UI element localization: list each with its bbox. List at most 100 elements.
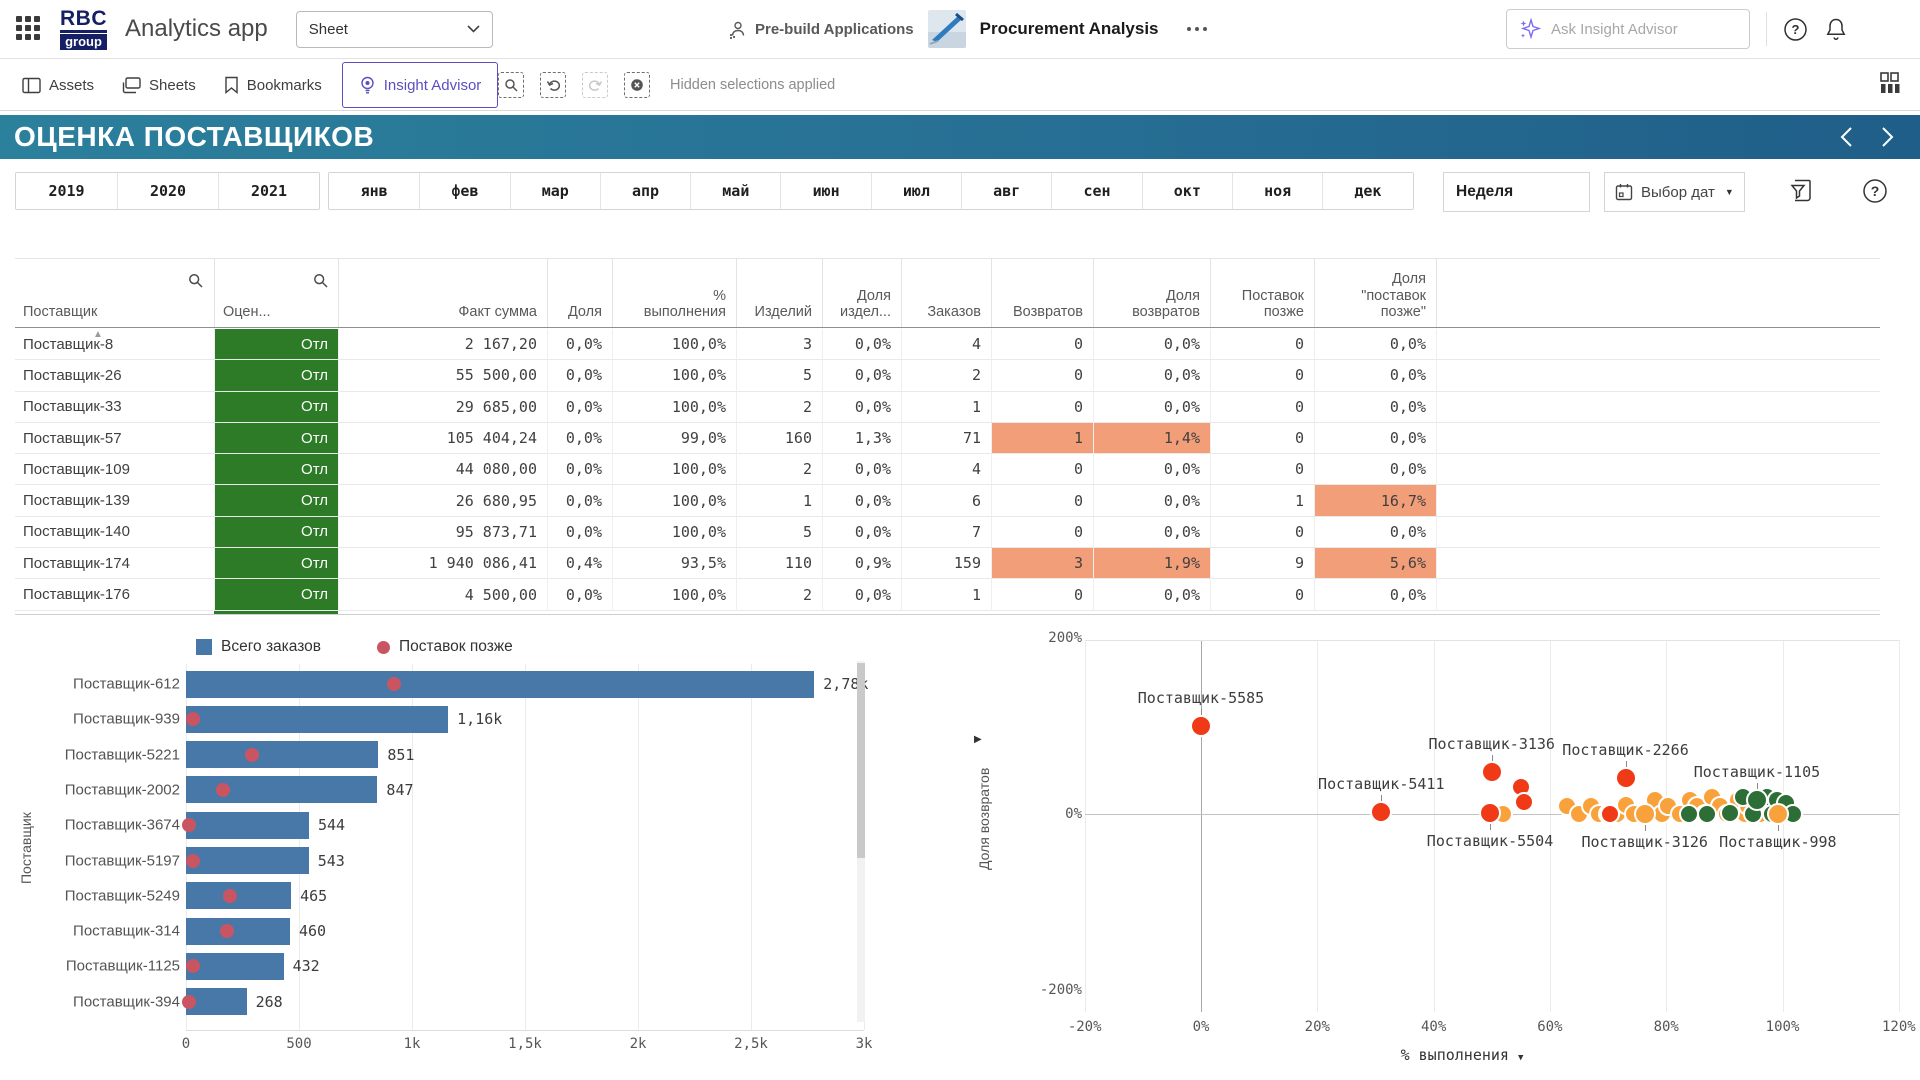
sheet-list-icon[interactable]: [1878, 71, 1902, 95]
table-row[interactable]: Поставщик-8Отл2 167,200,0%100,0%30,0%400…: [15, 329, 1880, 360]
sheet-help-button[interactable]: ?: [1862, 178, 1888, 204]
late-deliveries-dot[interactable]: [223, 889, 237, 903]
late-deliveries-dot[interactable]: [245, 748, 259, 762]
tab-assets[interactable]: Assets: [8, 60, 108, 110]
week-filter[interactable]: Неделя: [1443, 172, 1590, 212]
rating-cell[interactable]: Отл: [214, 579, 338, 610]
table-row[interactable]: Поставщик-33Отл29 685,000,0%100,0%20,0%1…: [15, 392, 1880, 423]
month-button[interactable]: июн: [780, 173, 870, 209]
clear-selections-button[interactable]: [624, 72, 650, 98]
search-icon[interactable]: [188, 273, 203, 288]
sheet-selector-dropdown[interactable]: Sheet: [296, 11, 493, 48]
bar[interactable]: [186, 812, 309, 839]
bar-category-label[interactable]: Поставщик-3674: [14, 817, 180, 834]
legend-item-orders[interactable]: Всего заказов: [196, 638, 321, 656]
scatter-point[interactable]: [1697, 804, 1717, 824]
month-button[interactable]: фев: [419, 173, 509, 209]
late-deliveries-dot[interactable]: [387, 677, 401, 691]
bar-category-label[interactable]: Поставщик-314: [14, 923, 180, 940]
rbc-group-logo[interactable]: RBC group: [60, 8, 107, 50]
table-row[interactable]: Поставщик-26Отл55 500,000,0%100,0%50,0%2…: [15, 360, 1880, 391]
y-axis-title[interactable]: Доля возвратов: [976, 754, 992, 884]
legend-item-late[interactable]: Поставок позже: [377, 638, 513, 656]
help-button[interactable]: ?: [1783, 17, 1808, 42]
notifications-button[interactable]: [1824, 17, 1848, 42]
month-button[interactable]: дек: [1322, 173, 1412, 209]
table-row[interactable]: Поставщик-139Отл26 680,950,0%100,0%10,0%…: [15, 485, 1880, 516]
column-header[interactable]: Доля издел...: [822, 259, 901, 327]
month-button[interactable]: ноя: [1232, 173, 1322, 209]
table-row[interactable]: Поставщик-176Отл4 500,000,0%100,0%20,0%1…: [15, 579, 1880, 610]
month-button[interactable]: окт: [1142, 173, 1232, 209]
scatter-point-labeled[interactable]: [1746, 789, 1768, 811]
scatter-point-labeled[interactable]: [1767, 803, 1789, 825]
scatter-point-labeled[interactable]: [1615, 767, 1637, 789]
month-button[interactable]: авг: [961, 173, 1051, 209]
supplier-cell[interactable]: Поставщик-57: [15, 423, 214, 454]
month-button[interactable]: мар: [510, 173, 600, 209]
month-button[interactable]: май: [690, 173, 780, 209]
late-deliveries-dot[interactable]: [220, 924, 234, 938]
column-header[interactable]: Факт сумма: [338, 259, 547, 327]
supplier-cell[interactable]: Поставщик-109: [15, 454, 214, 485]
step-back-button[interactable]: [540, 72, 566, 98]
month-button[interactable]: янв: [329, 173, 419, 209]
supplier-cell[interactable]: Поставщик-176: [15, 579, 214, 610]
year-button[interactable]: 2019: [16, 173, 117, 209]
rating-cell[interactable]: Отл: [214, 517, 338, 548]
bar-category-label[interactable]: Поставщик-5197: [14, 852, 180, 869]
supplier-cell[interactable]: Поставщик-174: [15, 548, 214, 579]
chevron-left-icon[interactable]: [1840, 126, 1853, 148]
rating-cell[interactable]: Отл: [214, 423, 338, 454]
rating-cell[interactable]: Отл: [214, 392, 338, 423]
month-button[interactable]: сен: [1051, 173, 1141, 209]
tab-bookmarks[interactable]: Bookmarks: [210, 60, 336, 110]
bar[interactable]: [186, 882, 291, 909]
bar-category-label[interactable]: Поставщик-939: [14, 711, 180, 728]
supplier-cell[interactable]: Поставщик-26: [15, 360, 214, 391]
bar-category-label[interactable]: Поставщик-612: [14, 676, 180, 693]
column-header[interactable]: Поставок позже: [1210, 259, 1314, 327]
bar[interactable]: [186, 706, 448, 733]
bar[interactable]: [186, 953, 284, 980]
column-header[interactable]: Оцен...: [214, 259, 338, 327]
rating-cell[interactable]: Отл: [214, 485, 338, 516]
scatter-point-labeled[interactable]: [1190, 715, 1212, 737]
selections-tool-button[interactable]: [1789, 178, 1813, 204]
bar[interactable]: [186, 776, 377, 803]
bar[interactable]: [186, 671, 814, 698]
x-axis-title[interactable]: % выполнения ▼: [1401, 1046, 1524, 1064]
bar[interactable]: [186, 741, 378, 768]
rating-cell[interactable]: Отл: [214, 329, 338, 360]
axis-expand-icon[interactable]: ▶: [974, 734, 982, 745]
date-picker-button[interactable]: Выбор дат ▼: [1604, 172, 1745, 212]
more-options-icon[interactable]: [1187, 27, 1207, 31]
scrollbar-thumb[interactable]: [857, 663, 865, 858]
bar-category-label[interactable]: Поставщик-1125: [14, 958, 180, 975]
supplier-cell[interactable]: Поставщик-33: [15, 392, 214, 423]
step-forward-button[interactable]: [582, 72, 608, 98]
rating-cell[interactable]: Отл: [214, 360, 338, 391]
month-button[interactable]: июл: [871, 173, 961, 209]
table-row[interactable]: Поставщик-174Отл1 940 086,410,4%93,5%110…: [15, 548, 1880, 579]
late-deliveries-dot[interactable]: [186, 854, 200, 868]
table-row[interactable]: Поставщик-109Отл44 080,000,0%100,0%20,0%…: [15, 454, 1880, 485]
rating-cell[interactable]: Отл: [214, 548, 338, 579]
bar-category-label[interactable]: Поставщик-5221: [14, 746, 180, 763]
search-icon[interactable]: [313, 273, 328, 288]
tab-sheets[interactable]: Sheets: [108, 60, 210, 110]
rating-cell[interactable]: Отл: [214, 454, 338, 485]
column-header[interactable]: Доля "поставок позже": [1314, 259, 1436, 327]
chevron-right-icon[interactable]: [1881, 126, 1894, 148]
bar[interactable]: [186, 918, 290, 945]
app-thumbnail[interactable]: [928, 10, 966, 48]
supplier-cell[interactable]: Поставщик-8: [15, 329, 214, 360]
table-row[interactable]: Поставщик-57Отл105 404,240,0%99,0%1601,3…: [15, 423, 1880, 454]
bar-category-label[interactable]: Поставщик-5249: [14, 887, 180, 904]
year-button[interactable]: 2020: [117, 173, 218, 209]
scatter-point-labeled[interactable]: [1481, 761, 1503, 783]
column-header[interactable]: Доля: [547, 259, 612, 327]
ask-insight-advisor-box[interactable]: [1506, 9, 1750, 49]
app-grid-menu-icon[interactable]: [16, 16, 42, 42]
supplier-cell[interactable]: Поставщик-139: [15, 485, 214, 516]
